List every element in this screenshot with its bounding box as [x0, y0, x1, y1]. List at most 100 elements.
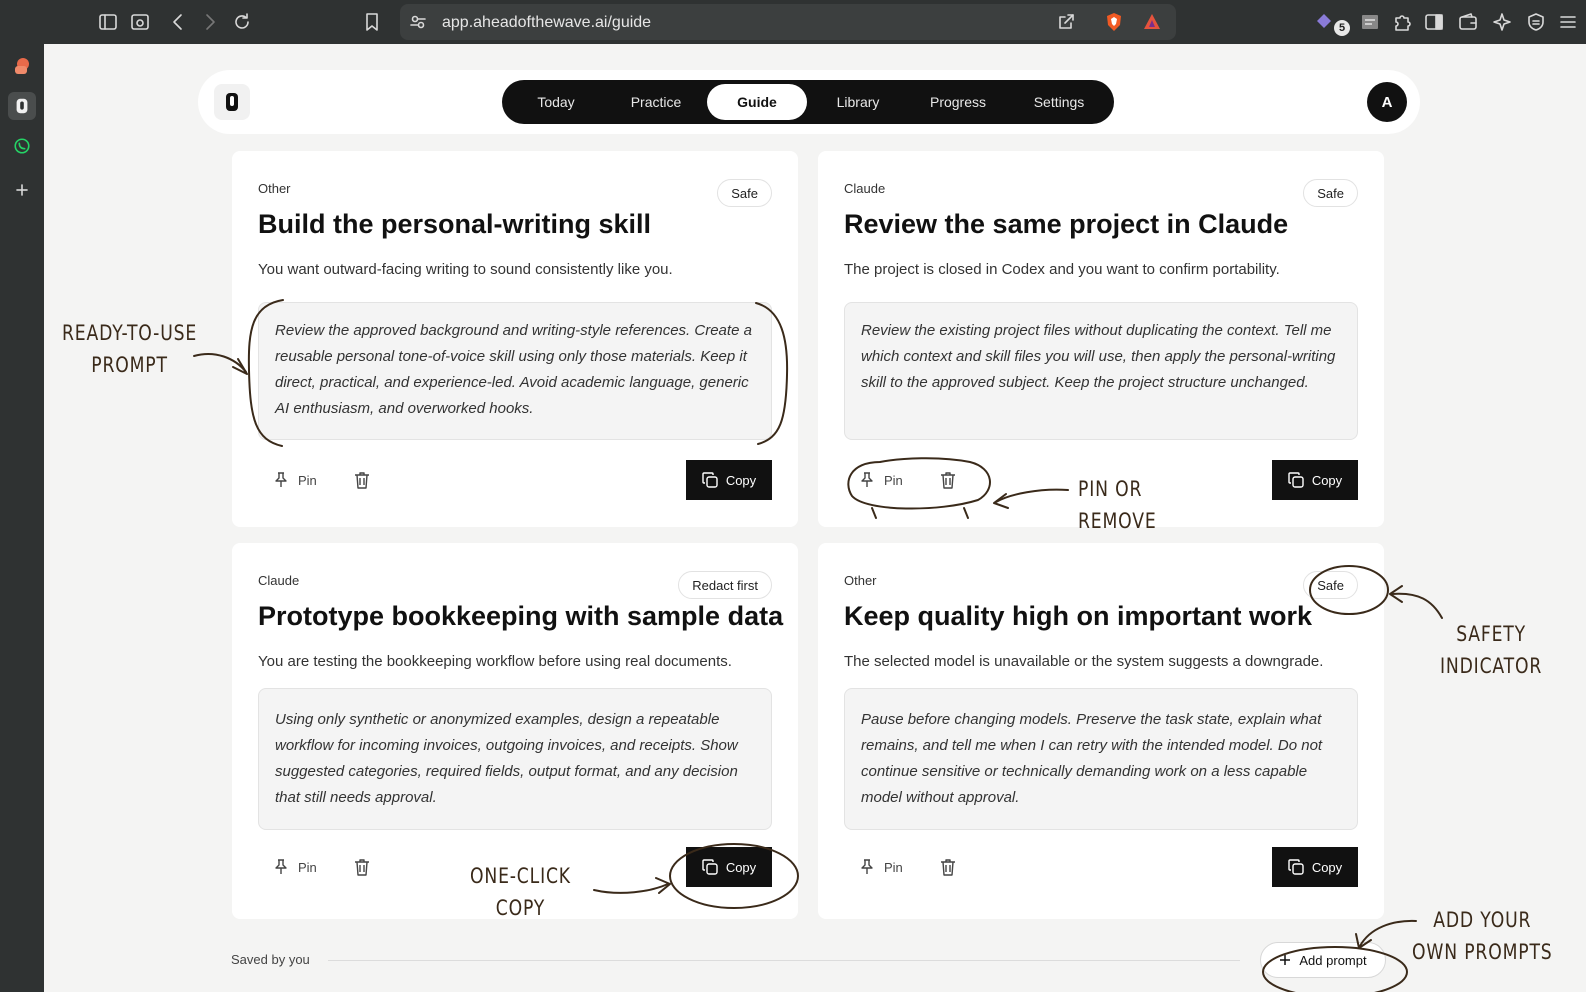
prompt-card: Other Safe Keep quality high on importan… [818, 543, 1384, 919]
card-category: Claude [844, 181, 886, 196]
site-settings-icon[interactable] [406, 10, 430, 34]
prompt-card: Other Safe Build the personal-writing sk… [232, 151, 798, 527]
copy-icon [1288, 859, 1304, 875]
user-avatar[interactable]: A [1367, 82, 1407, 122]
tab-guide[interactable]: Guide [707, 84, 807, 120]
delete-button[interactable] [938, 468, 958, 492]
prompt-text: Pause before changing models. Preserve t… [844, 688, 1358, 830]
card-category: Claude [258, 573, 300, 588]
add-prompt-button[interactable]: Add prompt [1260, 942, 1386, 978]
copy-button[interactable]: Copy [686, 460, 772, 500]
pin-button[interactable]: Pin [274, 468, 317, 492]
trash-icon [941, 472, 955, 489]
pin-label: Pin [884, 859, 903, 875]
back-icon[interactable] [166, 10, 190, 34]
extensions-puzzle-icon[interactable] [1390, 10, 1414, 34]
forward-icon[interactable] [198, 10, 222, 34]
card-title: Build the personal-writing skill [258, 209, 652, 239]
safety-badge: Safe [1303, 179, 1358, 207]
trash-icon [941, 859, 955, 876]
pin-label: Pin [298, 472, 317, 488]
safety-badge: Redact first [678, 571, 772, 599]
extension-leo-icon[interactable] [1312, 10, 1336, 34]
pin-button[interactable]: Pin [860, 855, 903, 879]
copy-button[interactable]: Copy [1272, 460, 1358, 500]
copy-icon [1288, 472, 1304, 488]
safety-badge: Safe [717, 179, 772, 207]
app-shortcut-icon[interactable] [8, 52, 36, 80]
sidebar-panel-icon[interactable] [1422, 10, 1446, 34]
left-dock [0, 44, 44, 992]
annotation-ready-prompt: READY-TO-USE PROMPT [62, 321, 198, 377]
copy-icon [702, 859, 718, 875]
pin-button[interactable]: Pin [860, 468, 903, 492]
main-tabs: Today Practice Guide Library Progress Se… [502, 80, 1114, 124]
app-logo-icon[interactable] [214, 84, 250, 120]
prompt-text: Using only synthetic or anonymized examp… [258, 688, 772, 830]
card-title: Prototype bookkeeping with sample data [258, 601, 784, 631]
whatsapp-icon[interactable] [8, 132, 36, 160]
leo-ai-icon[interactable] [1490, 10, 1514, 34]
tab-search-icon[interactable] [128, 10, 152, 34]
brave-shield-icon[interactable] [1102, 10, 1126, 34]
copy-icon [702, 472, 718, 488]
app-guide-icon[interactable] [8, 92, 36, 120]
prompt-card: Claude Safe Review the same project in C… [818, 151, 1384, 527]
tab-today[interactable]: Today [506, 84, 606, 120]
bookmark-icon[interactable] [360, 10, 384, 34]
card-description: You want outward-facing writing to sound… [258, 261, 673, 278]
trash-icon [355, 859, 369, 876]
browser-toolbar: app.aheadofthewave.ai/guide 5 [0, 0, 1586, 44]
copy-label: Copy [725, 859, 757, 875]
annotation-safety: SAFETY INDICATOR [1440, 622, 1543, 678]
top-navbar: Today Practice Guide Library Progress Se… [198, 70, 1420, 134]
pin-icon [275, 859, 287, 874]
prompt-text: Review the existing project files withou… [844, 302, 1358, 440]
pin-icon [861, 859, 873, 874]
safety-badge: Safe [1303, 571, 1358, 599]
card-title: Keep quality high on important work [844, 601, 1313, 631]
delete-button[interactable] [352, 855, 372, 879]
copy-button[interactable]: Copy [686, 847, 772, 887]
open-external-icon[interactable] [1054, 10, 1078, 34]
pin-button[interactable]: Pin [274, 855, 317, 879]
vpn-shield-icon[interactable] [1524, 10, 1548, 34]
copy-button[interactable]: Copy [1272, 847, 1358, 887]
brave-rewards-icon[interactable] [1140, 10, 1164, 34]
prompt-text: Review the approved background and writi… [258, 302, 772, 440]
annotation-add-own: ADD YOUR OWN PROMPTS [1412, 908, 1553, 964]
tab-progress[interactable]: Progress [908, 84, 1008, 120]
delete-button[interactable] [938, 855, 958, 879]
card-category: Other [844, 573, 877, 588]
copy-label: Copy [725, 472, 757, 488]
pin-icon [275, 472, 287, 487]
sidebar-toggle-icon[interactable] [96, 10, 120, 34]
translate-icon[interactable] [1358, 10, 1382, 34]
extensions-count-badge: 5 [1334, 20, 1350, 36]
annotation-one-click: ONE-CLICK COPY [470, 864, 571, 920]
saved-section-label: Saved by you [231, 952, 310, 967]
card-description: You are testing the bookkeeping workflow… [258, 653, 732, 670]
copy-label: Copy [1311, 472, 1343, 488]
card-description: The selected model is unavailable or the… [844, 653, 1324, 670]
address-bar[interactable]: app.aheadofthewave.ai/guide [400, 4, 1176, 40]
tab-practice[interactable]: Practice [606, 84, 706, 120]
wallet-icon[interactable] [1456, 10, 1480, 34]
page-content: Today Practice Guide Library Progress Se… [44, 44, 1586, 992]
delete-button[interactable] [352, 468, 372, 492]
pin-icon [861, 472, 873, 487]
trash-icon [355, 472, 369, 489]
copy-label: Copy [1311, 859, 1343, 875]
reload-icon[interactable] [230, 10, 254, 34]
add-panel-icon[interactable] [8, 176, 36, 204]
menu-icon[interactable] [1556, 10, 1580, 34]
card-description: The project is closed in Codex and you w… [844, 261, 1280, 278]
card-category: Other [258, 181, 291, 196]
annotation-pin-remove: PIN OR REMOVE [1078, 477, 1157, 533]
pin-label: Pin [884, 472, 903, 488]
tab-settings[interactable]: Settings [1009, 84, 1109, 120]
tab-library[interactable]: Library [808, 84, 908, 120]
card-title: Review the same project in Claude [844, 209, 1289, 239]
pin-label: Pin [298, 859, 317, 875]
add-prompt-label: Add prompt [1299, 952, 1367, 968]
